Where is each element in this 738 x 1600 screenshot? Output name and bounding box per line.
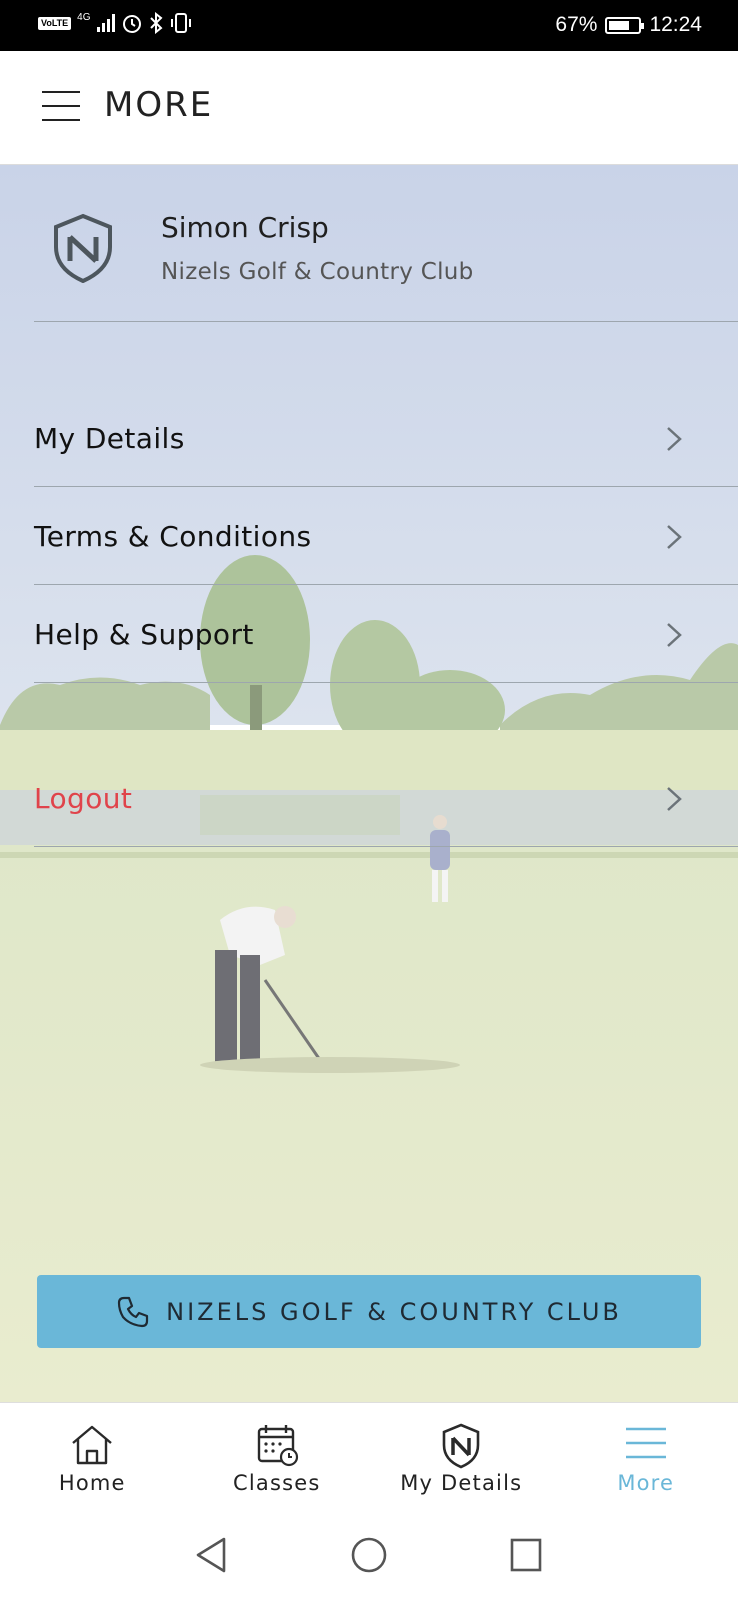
- club-shield-icon: [442, 1423, 480, 1469]
- alarm-icon: [122, 15, 141, 33]
- menu-icon: [625, 1427, 666, 1459]
- vibrate-icon: [170, 13, 191, 33]
- nav-item-home[interactable]: Home: [0, 1403, 185, 1512]
- nav-label: My Details: [400, 1471, 523, 1495]
- call-club-button[interactable]: NIZELS GOLF & COUNTRY CLUB: [37, 1275, 701, 1348]
- menu-item-label: Logout: [34, 782, 133, 815]
- menu-item-help-support[interactable]: Help & Support: [0, 586, 738, 682]
- volte-icon: VoLTE: [38, 16, 72, 30]
- divider: [34, 486, 738, 487]
- chevron-right-icon: [667, 623, 682, 647]
- page-title: MORE: [104, 85, 214, 125]
- profile-name: Simon Crisp: [161, 211, 329, 244]
- battery-icon: [605, 16, 645, 34]
- nav-label: Classes: [232, 1471, 321, 1495]
- status-bar: VoLTE 4G 67% 12:24: [0, 0, 738, 51]
- club-shield-icon: [54, 213, 112, 283]
- profile-club: Nizels Golf & Country Club: [161, 259, 474, 285]
- menu-item-label: Help & Support: [34, 618, 254, 651]
- chevron-right-icon: [667, 427, 682, 451]
- bottom-nav: Home Classes My Details More: [0, 1402, 738, 1512]
- chevron-right-icon: [667, 525, 682, 549]
- status-left: VoLTE 4G: [38, 12, 193, 34]
- menu-item-label: My Details: [34, 422, 185, 455]
- status-right: 67% 12:24: [555, 13, 702, 37]
- menu-item-terms-conditions[interactable]: Terms & Conditions: [0, 488, 738, 584]
- bluetooth-icon: [149, 12, 163, 34]
- signal-icon: [96, 14, 115, 32]
- battery-percent: 67%: [555, 13, 598, 36]
- divider: [34, 584, 738, 585]
- recent-apps-icon[interactable]: [508, 1536, 544, 1574]
- home-circle-icon[interactable]: [350, 1536, 388, 1574]
- app-header: MORE: [0, 51, 738, 165]
- clock: 12:24: [649, 13, 702, 36]
- network-type: 4G: [77, 11, 91, 23]
- call-club-label: NIZELS GOLF & COUNTRY CLUB: [166, 1297, 622, 1326]
- hamburger-menu-icon[interactable]: [42, 91, 80, 125]
- phone-icon: [118, 1296, 149, 1327]
- chevron-right-icon: [667, 787, 682, 811]
- home-icon: [72, 1425, 113, 1465]
- divider: [34, 321, 738, 322]
- calendar-clock-icon: [257, 1425, 298, 1467]
- nav-item-my-details[interactable]: My Details: [369, 1403, 554, 1512]
- nav-item-more[interactable]: More: [554, 1403, 738, 1512]
- divider: [34, 682, 738, 683]
- divider: [34, 846, 738, 847]
- menu-item-my-details[interactable]: My Details: [0, 390, 738, 486]
- nav-label: Home: [58, 1471, 126, 1495]
- menu-item-logout[interactable]: Logout: [0, 750, 738, 846]
- menu-item-label: Terms & Conditions: [34, 520, 312, 553]
- profile-header: Simon Crisp Nizels Golf & Country Club: [0, 165, 738, 321]
- nav-item-classes[interactable]: Classes: [185, 1403, 370, 1512]
- nav-label: More: [617, 1471, 675, 1495]
- back-icon[interactable]: [194, 1536, 228, 1574]
- system-nav-bar: [0, 1512, 738, 1600]
